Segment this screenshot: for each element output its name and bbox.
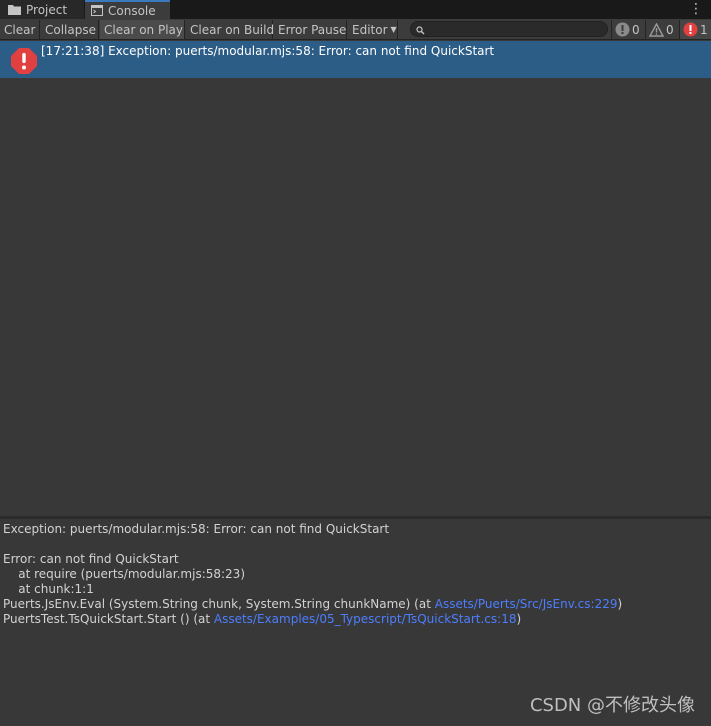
chevron-down-icon: ▼ [390, 25, 397, 34]
detail-trace-line: Puerts.JsEnv.Eval (System.String chunk, … [3, 597, 708, 612]
watermark: CSDN @不修改头像 [529, 695, 695, 716]
trace-text: PuertsTest.TsQuickStart.Start () (at [3, 612, 214, 626]
tab-console-label: Console [108, 3, 156, 18]
warning-icon [649, 22, 664, 37]
tab-console[interactable]: Console [85, 0, 170, 19]
error-icon [683, 22, 698, 37]
error-icon [10, 47, 38, 78]
log-entry-text: [17:21:38] Exception: puerts/modular.mjs… [41, 44, 495, 58]
more-options-icon[interactable]: ⋮ [689, 1, 703, 17]
trace-text: Puerts.JsEnv.Eval (System.String chunk, … [3, 597, 435, 611]
info-count: 0 [632, 22, 640, 37]
console-toolbar: Clear Collapse Clear on Play Clear on Bu… [0, 19, 711, 40]
trace-text: ) [516, 612, 522, 626]
source-link[interactable]: Assets/Puerts/Src/JsEnv.cs:229 [435, 597, 618, 611]
info-icon [615, 22, 630, 37]
trace-text: ) [617, 597, 623, 611]
collapse-toggle[interactable]: Collapse [41, 20, 99, 39]
detail-trace-line: at require (puerts/modular.mjs:58:23) [3, 567, 245, 581]
clear-on-play-toggle[interactable]: Clear on Play [100, 20, 185, 39]
log-list: [17:21:38] Exception: puerts/modular.mjs… [0, 41, 711, 516]
error-count-toggle[interactable]: 1 [679, 20, 711, 39]
clear-on-build-toggle[interactable]: Clear on Build [186, 20, 274, 39]
search-field[interactable] [410, 21, 608, 37]
folder-icon [8, 4, 21, 15]
source-link[interactable]: Assets/Examples/05_Typescript/TsQuickSta… [214, 612, 517, 626]
tab-project-label: Project [26, 2, 68, 17]
detail-error: Error: can not find QuickStart [3, 552, 179, 566]
log-entry[interactable]: [17:21:38] Exception: puerts/modular.mjs… [0, 41, 711, 78]
warning-count-toggle[interactable]: 0 [645, 20, 678, 39]
editor-dropdown[interactable]: Editor ▼ [348, 20, 398, 39]
warning-count: 0 [666, 22, 674, 37]
search-icon [416, 24, 425, 38]
detail-trace-line: at chunk:1:1 [3, 582, 94, 596]
tab-project[interactable]: Project [0, 0, 84, 19]
search-input[interactable] [429, 22, 599, 36]
detail-trace-line: PuertsTest.TsQuickStart.Start () (at Ass… [3, 612, 708, 627]
detail-message: Exception: puerts/modular.mjs:58: Error:… [3, 522, 390, 536]
info-count-toggle[interactable]: 0 [611, 20, 644, 39]
clear-button[interactable]: Clear [0, 20, 40, 39]
editor-dropdown-label: Editor [352, 22, 388, 37]
tab-bar: Project Console ⋮ [0, 0, 711, 19]
console-icon [91, 5, 103, 16]
error-pause-toggle[interactable]: Error Pause [274, 20, 347, 39]
error-count: 1 [700, 22, 708, 37]
